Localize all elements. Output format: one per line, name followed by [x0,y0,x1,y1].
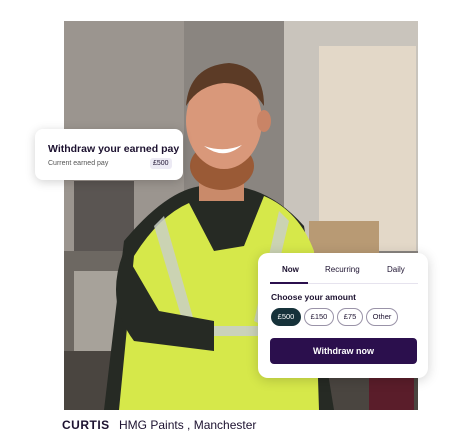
amount-chip-75[interactable]: £75 [337,308,363,326]
earned-pay-card: Withdraw your earned pay Current earned … [35,129,183,180]
brand-logo: CURTIS [62,418,110,432]
amount-chip-500[interactable]: £500 [271,308,301,326]
active-tab-indicator [270,282,308,284]
withdraw-card: Now Recurring Daily Choose your amount £… [258,253,428,378]
caption-text: HMG Paints , Manchester [119,418,257,432]
amount-chip-other[interactable]: Other [366,308,398,326]
tab-recurring[interactable]: Recurring [325,265,360,274]
caption: CURTIS HMG Paints , Manchester [62,418,256,432]
frequency-tabs: Now Recurring Daily [270,265,418,284]
withdraw-now-button[interactable]: Withdraw now [270,338,417,364]
amount-chip-150[interactable]: £150 [304,308,334,326]
earned-pay-amount-badge: £500 [150,158,172,169]
choose-amount-label: Choose your amount [271,292,357,302]
tab-now[interactable]: Now [282,265,299,274]
tab-daily[interactable]: Daily [387,265,405,274]
earned-pay-title: Withdraw your earned pay [48,143,180,155]
earned-pay-label: Current earned pay [48,160,109,167]
